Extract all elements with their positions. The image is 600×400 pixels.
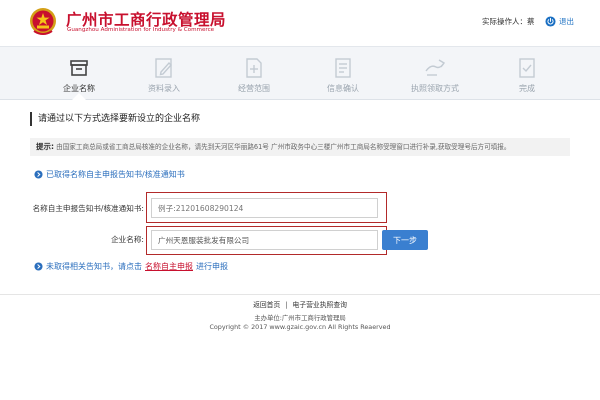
step-info-confirm[interactable]: 信息确认	[304, 47, 382, 101]
step-business-scope[interactable]: 经营范围	[215, 47, 293, 101]
footer-organizer: 主办单位:广州市工商行政管理局	[254, 314, 346, 322]
self-declare-name-link[interactable]: 名称自主申报	[145, 261, 193, 272]
company-name-input[interactable]	[151, 230, 378, 250]
logout-button[interactable]: 退出	[545, 14, 574, 28]
active-step-pointer	[72, 93, 86, 100]
footer-copyright: Copyright © 2017 www.gzaic.gov.cn All Ri…	[209, 323, 391, 331]
next-step-button[interactable]: 下一步	[382, 230, 428, 250]
power-icon	[545, 15, 556, 27]
step-data-entry[interactable]: 资料录入	[125, 47, 203, 101]
national-emblem-icon	[30, 8, 56, 35]
notice-number-input[interactable]	[151, 198, 378, 218]
notice-number-label: 名称自主申报告知书/核准通知书:	[32, 204, 144, 213]
progress-steps: 企业名称 资料录入 经营范围 信息确认 执照领取方式 完成	[0, 46, 600, 100]
step-label: 经营范围	[238, 84, 270, 93]
add-document-icon	[246, 58, 262, 78]
footer-links: 返回首页 | 电子营业执照查询	[0, 299, 600, 309]
circle-arrow-icon	[34, 261, 43, 271]
step-label: 信息确认	[327, 84, 359, 93]
check-document-icon	[519, 58, 535, 78]
e-license-query-link[interactable]: 电子营业执照查询	[293, 301, 347, 309]
option-no-notice-suffix: 进行申报	[196, 261, 228, 271]
org-name-english: Guangzhou Administration for Industry & …	[67, 27, 215, 33]
company-name-label: 企业名称:	[111, 235, 144, 244]
home-link[interactable]: 返回首页	[253, 301, 280, 309]
step-label: 资料录入	[148, 84, 180, 93]
delivery-icon	[425, 59, 446, 76]
archive-box-icon	[70, 60, 88, 76]
tip-label: 提示:	[36, 142, 54, 151]
step-complete[interactable]: 完成	[488, 47, 566, 101]
tip-text: 由国家工商总局或省工商总局核准的企业名称，请先到天河区华丽路61号 广州市政务中…	[56, 143, 511, 151]
tip-box: 提示: 由国家工商总局或省工商总局核准的企业名称，请先到天河区华丽路61号 广州…	[30, 138, 570, 156]
step-label: 执照领取方式	[411, 84, 459, 93]
section-title: 请通过以下方式选择要新设立的企业名称	[30, 112, 200, 126]
operator-label: 实际操作人：蔡	[482, 17, 535, 26]
option-no-notice: 未取得相关告知书，请点击 名称自主申报 进行申报	[34, 260, 228, 272]
circle-arrow-icon	[34, 169, 43, 179]
logout-label: 退出	[559, 16, 574, 26]
edit-document-icon	[155, 58, 172, 78]
option-no-notice-prefix: 未取得相关告知书，请点击	[46, 261, 142, 271]
step-label: 完成	[519, 84, 535, 93]
checklist-icon	[335, 58, 351, 78]
step-license-pickup[interactable]: 执照领取方式	[396, 47, 474, 101]
main-content: 请通过以下方式选择要新设立的企业名称 提示: 由国家工商总局或省工商总局核准的企…	[30, 112, 570, 290]
option-has-notice[interactable]: 已取得名称自主申报告知书/核准通知书	[34, 168, 185, 180]
top-header: 广州市工商行政管理局 Guangzhou Administration for …	[0, 0, 600, 44]
footer-divider	[0, 294, 600, 295]
option-has-notice-label: 已取得名称自主申报告知书/核准通知书	[46, 169, 185, 179]
link-separator: |	[285, 301, 288, 309]
